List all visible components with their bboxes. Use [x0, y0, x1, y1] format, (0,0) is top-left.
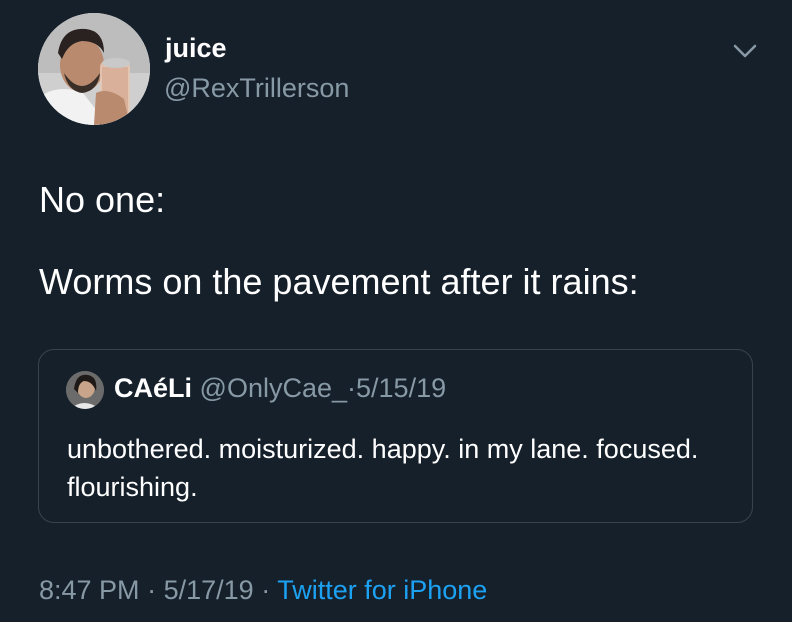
quoted-author-name: CAéLi [114, 373, 193, 403]
chevron-down-icon[interactable] [730, 40, 760, 62]
quoted-author-avatar [66, 371, 104, 409]
footer-separator: · [261, 575, 271, 605]
author-display-name[interactable]: juice [165, 33, 227, 63]
author-handle[interactable]: @RexTrillerson [164, 72, 349, 104]
tweet: juice @RexTrillerson No one: Worms on th… [0, 0, 792, 622]
tweet-time: 8:47 PM [39, 575, 140, 605]
quoted-tweet-text: unbothered. moisturized. happy. in my la… [67, 434, 699, 502]
quoted-tweet-header: CAéLi @OnlyCae_·5/15/19 [114, 372, 446, 404]
tweet-text-line: Worms on the pavement after it rains: [39, 261, 639, 302]
quoted-date: 5/15/19 [356, 373, 447, 403]
tweet-text-line: No one: [39, 179, 166, 220]
quoted-separator: · [347, 373, 357, 403]
quoted-tweet-card[interactable]: CAéLi @OnlyCae_·5/15/19 unbothered. mois… [38, 349, 753, 523]
author-avatar[interactable] [38, 13, 150, 125]
tweet-footer: 8:47 PM · 5/17/19 · Twitter for iPhone [39, 573, 487, 607]
footer-separator: · [147, 575, 157, 605]
tweet-source-link[interactable]: Twitter for iPhone [277, 575, 487, 605]
quoted-author-handle: @OnlyCae_ [199, 373, 348, 403]
tweet-date: 5/17/19 [163, 575, 254, 605]
